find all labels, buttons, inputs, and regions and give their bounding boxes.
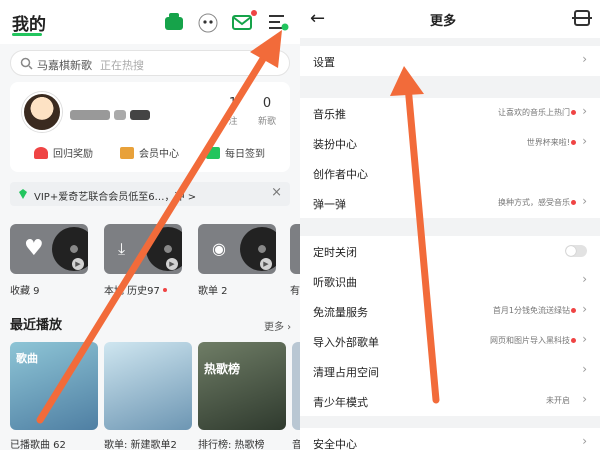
- recent-card-playlist[interactable]: [104, 342, 192, 430]
- menu-item-import-playlist[interactable]: 导入外部歌单 网页和图片导入黑科技 ›: [300, 326, 600, 356]
- return-reward-button[interactable]: 回归奖励: [34, 145, 93, 160]
- scan-icon[interactable]: [572, 10, 592, 26]
- new-songs-stat[interactable]: 0 新歌: [250, 96, 284, 127]
- heart-gift-icon: [34, 146, 48, 159]
- my-page-panel: 我的 马嘉棋新歌 正在热搜 1 注 0 新歌 回归奖励 会员中心 每日签到 VI…: [0, 0, 300, 450]
- radio-icon[interactable]: [162, 10, 186, 34]
- following-label: 注: [228, 117, 238, 127]
- member-badge: [130, 110, 150, 120]
- extra-label: 有: [290, 286, 300, 297]
- envelope-icon: [120, 146, 134, 159]
- sleep-timer-toggle[interactable]: [565, 245, 587, 257]
- more-link[interactable]: 更多 ›: [264, 318, 291, 333]
- right-header: ← 更多: [300, 0, 600, 38]
- search-hint: 正在热搜: [100, 59, 144, 72]
- daily-checkin-label: 每日签到: [225, 149, 265, 160]
- mail-notification-dot: [251, 10, 257, 16]
- local-history-label: 本地 历史97: [104, 282, 167, 297]
- recent-card-extra[interactable]: [292, 342, 300, 430]
- search-input[interactable]: 马嘉棋新歌 正在热搜: [10, 50, 290, 76]
- avatar[interactable]: [22, 92, 62, 132]
- recent-play-title: 最近播放: [10, 318, 63, 333]
- tools-group: 定时关闭 听歌识曲 › 免流量服务 首月1分钱免流送绿钻 › 导入外部歌单 网页和图片导…: [300, 236, 600, 416]
- recent-card-label: 已播歌曲 62: [10, 440, 66, 450]
- diamond-icon: [19, 189, 27, 199]
- left-header: 我的: [0, 0, 300, 44]
- local-history-tile[interactable]: ⤓ ▶: [104, 224, 182, 274]
- menu-item-data-free[interactable]: 免流量服务 首月1分钱免流送绿钻 ›: [300, 296, 600, 326]
- mail-icon[interactable]: [230, 10, 257, 34]
- page-title: 更多: [430, 14, 457, 29]
- features-group: 音乐推 让喜欢的音乐上热门 › 装扮中心 世界杯来啦! › 创作者中心 弹一弹 换种方式，…: [300, 98, 600, 218]
- menu-item-music-promote[interactable]: 音乐推 让喜欢的音乐上热门 ›: [300, 98, 600, 128]
- menu-item-creator-center[interactable]: 创作者中心: [300, 158, 600, 188]
- page-title: 我的: [12, 15, 46, 35]
- menu-item-sleep-timer[interactable]: 定时关闭: [300, 236, 600, 266]
- playlist-label: 歌单 2: [198, 286, 228, 297]
- member-center-label: 会员中心: [139, 149, 179, 160]
- new-songs-count: 0: [262, 96, 272, 111]
- playlist-tile[interactable]: ◉ ▶: [198, 224, 276, 274]
- recent-card-title: 歌曲: [16, 352, 38, 365]
- settings-group: 设置 ›: [300, 46, 600, 76]
- recent-card-chart[interactable]: 热歌榜: [198, 342, 286, 430]
- recent-card-title: 热歌榜: [204, 362, 241, 376]
- following-count: 1: [228, 96, 238, 111]
- vip-promo-banner[interactable]: VIP+爱奇艺联合会员低至6…，冲 > ×: [10, 182, 290, 206]
- menu-item-teen-mode[interactable]: 青少年模式 未开启 ›: [300, 386, 600, 416]
- recent-card-label: 音: [292, 440, 300, 450]
- back-arrow-icon[interactable]: ←: [310, 8, 325, 29]
- title-underline: [12, 33, 42, 36]
- close-icon[interactable]: ×: [271, 185, 282, 200]
- vip-badge: [114, 110, 126, 120]
- security-group: 安全中心 ›: [300, 428, 600, 450]
- favorites-label: 收藏 9: [10, 286, 40, 297]
- menu-item-security-center[interactable]: 安全中心 ›: [300, 428, 600, 450]
- return-reward-label: 回归奖励: [53, 149, 93, 160]
- level-badge: [70, 110, 110, 120]
- menu-item-decoration-center[interactable]: 装扮中心 世界杯来啦! ›: [300, 128, 600, 158]
- heart-icon: ♥: [24, 236, 44, 261]
- favorites-tile[interactable]: ♥ ▶: [10, 224, 88, 274]
- checkbox-icon: [206, 146, 220, 159]
- extra-tile[interactable]: [290, 224, 300, 274]
- download-icon: ⤓: [118, 239, 126, 258]
- menu-item-clear-storage[interactable]: 清理占用空间 ›: [300, 356, 600, 386]
- member-center-button[interactable]: 会员中心: [120, 145, 179, 160]
- menu-more-icon[interactable]: [266, 10, 290, 34]
- search-icon: [20, 57, 33, 70]
- disc-icon: ◉: [212, 239, 226, 258]
- menu-item-settings[interactable]: 设置 ›: [300, 46, 600, 76]
- profile-card: 1 注 0 新歌 回归奖励 会员中心 每日签到: [10, 82, 290, 172]
- new-songs-label: 新歌: [257, 117, 276, 127]
- menu-item-tap-tap[interactable]: 弹一弹 换种方式，感受音乐 ›: [300, 188, 600, 218]
- search-placeholder: 马嘉棋新歌: [37, 59, 92, 72]
- menu-item-song-recognition[interactable]: 听歌识曲 ›: [300, 266, 600, 296]
- more-page-panel: ← 更多 设置 › 音乐推 让喜欢的音乐上热门 › 装扮中心 世界杯来啦! › 创作者中心…: [300, 0, 600, 450]
- recent-card-label: 排行榜: 热歌榜: [198, 440, 265, 450]
- vip-promo-text: VIP+爱奇艺联合会员低至6…，冲 >: [34, 192, 197, 203]
- daily-checkin-button[interactable]: 每日签到: [206, 145, 265, 160]
- recent-card-label: 歌单: 新建歌单2: [104, 440, 177, 450]
- following-stat[interactable]: 1 注: [216, 96, 250, 127]
- mascot-icon[interactable]: [196, 10, 220, 34]
- recent-card-played[interactable]: 歌曲: [10, 342, 98, 430]
